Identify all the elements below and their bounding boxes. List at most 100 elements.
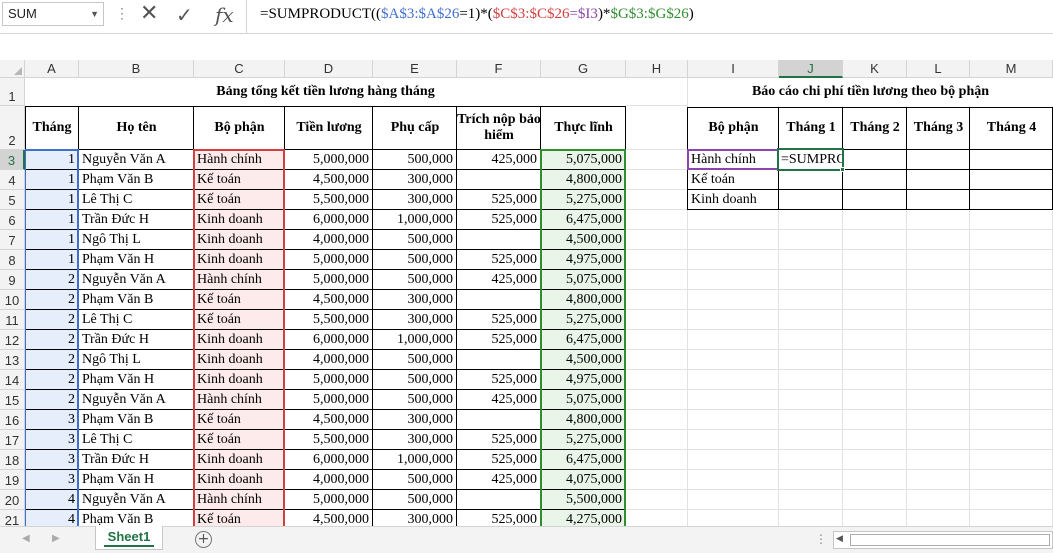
table-cell[interactable]: 5,500,000: [285, 430, 373, 450]
table-cell[interactable]: 525,000: [457, 250, 541, 270]
report-dept-cell[interactable]: Kinh doanh: [688, 190, 779, 210]
row-header-9[interactable]: 9: [0, 270, 25, 290]
table-cell[interactable]: 500,000: [373, 390, 457, 410]
add-sheet-icon[interactable]: +: [195, 531, 212, 548]
cancel-icon[interactable]: ✕: [140, 1, 158, 26]
table-cell[interactable]: 5,500,000: [285, 190, 373, 210]
table-cell[interactable]: Nguyễn Văn A: [79, 270, 194, 290]
table-cell[interactable]: 4,500,000: [285, 410, 373, 430]
table-cell[interactable]: 5,000,000: [285, 250, 373, 270]
table-cell[interactable]: Phạm Văn B: [79, 410, 194, 430]
table-cell[interactable]: Phạm Văn H: [79, 250, 194, 270]
table-cell[interactable]: Phạm Văn H: [79, 470, 194, 490]
column-header-f[interactable]: F: [457, 60, 541, 78]
table-cell[interactable]: [457, 170, 541, 190]
table-cell[interactable]: 300,000: [373, 170, 457, 190]
table-cell[interactable]: Lê Thị C: [79, 310, 194, 330]
table-cell[interactable]: 500,000: [373, 470, 457, 490]
column-header-e[interactable]: E: [373, 60, 457, 78]
table-cell[interactable]: Trần Đức H: [79, 450, 194, 470]
table-cell[interactable]: Lê Thị C: [79, 430, 194, 450]
select-all-corner[interactable]: [0, 60, 25, 78]
column-header-j[interactable]: J: [779, 60, 843, 78]
table-cell[interactable]: 425,000: [457, 470, 541, 490]
row-header-12[interactable]: 12: [0, 330, 25, 350]
table-cell[interactable]: 300,000: [373, 510, 457, 526]
table-cell[interactable]: 5,000,000: [285, 490, 373, 510]
table-cell[interactable]: 4,000,000: [285, 230, 373, 250]
row-header-1[interactable]: 1: [0, 78, 25, 106]
table-cell[interactable]: 525,000: [457, 430, 541, 450]
table-cell[interactable]: 5,000,000: [285, 370, 373, 390]
row-header-7[interactable]: 7: [0, 230, 25, 250]
table-cell[interactable]: 5,000,000: [285, 270, 373, 290]
table-cell[interactable]: 300,000: [373, 430, 457, 450]
table-cell[interactable]: 425,000: [457, 150, 541, 170]
fill-handle[interactable]: [840, 167, 845, 172]
table-cell[interactable]: [457, 230, 541, 250]
scrollbar-thumb[interactable]: [850, 534, 1050, 546]
column-header-h[interactable]: H: [626, 60, 688, 78]
table-cell[interactable]: 525,000: [457, 330, 541, 350]
scroll-left-sheet-icon[interactable]: ◀: [22, 533, 30, 544]
table-cell[interactable]: [457, 410, 541, 430]
row-header-18[interactable]: 18: [0, 450, 25, 470]
row-header-16[interactable]: 16: [0, 410, 25, 430]
table-cell[interactable]: 300,000: [373, 310, 457, 330]
table-cell[interactable]: 500,000: [373, 230, 457, 250]
row-header-3[interactable]: 3: [0, 150, 25, 170]
row-header-11[interactable]: 11: [0, 310, 25, 330]
row-header-19[interactable]: 19: [0, 470, 25, 490]
table-cell[interactable]: Trần Đức H: [79, 330, 194, 350]
table-cell[interactable]: Nguyễn Văn A: [79, 490, 194, 510]
column-header-c[interactable]: C: [194, 60, 285, 78]
row-header-10[interactable]: 10: [0, 290, 25, 310]
table-cell[interactable]: 500,000: [373, 250, 457, 270]
row-header-21[interactable]: 21: [0, 510, 25, 526]
table-cell[interactable]: Phạm Văn H: [79, 370, 194, 390]
table-cell[interactable]: 525,000: [457, 510, 541, 526]
table-cell[interactable]: [457, 490, 541, 510]
row-header-5[interactable]: 5: [0, 190, 25, 210]
column-header-l[interactable]: L: [907, 60, 970, 78]
chevron-down-icon[interactable]: ▼: [90, 3, 99, 25]
table-cell[interactable]: Trần Đức H: [79, 210, 194, 230]
table-cell[interactable]: 525,000: [457, 370, 541, 390]
table-cell[interactable]: Nguyễn Văn A: [79, 390, 194, 410]
table-cell[interactable]: 525,000: [457, 450, 541, 470]
table-cell[interactable]: 6,000,000: [285, 330, 373, 350]
row-header-14[interactable]: 14: [0, 370, 25, 390]
table-cell[interactable]: 1,000,000: [373, 450, 457, 470]
table-cell[interactable]: 500,000: [373, 270, 457, 290]
column-header-d[interactable]: D: [285, 60, 373, 78]
table-cell[interactable]: 5,500,000: [285, 310, 373, 330]
table-cell[interactable]: 4,500,000: [285, 510, 373, 526]
scroll-left-icon[interactable]: ◀: [836, 534, 843, 544]
row-header-2[interactable]: 2: [0, 106, 25, 150]
table-cell[interactable]: Phạm Văn B: [79, 290, 194, 310]
table-cell[interactable]: Phạm Văn B: [79, 170, 194, 190]
table-cell[interactable]: Nguyễn Văn A: [79, 150, 194, 170]
insert-function-icon[interactable]: fx: [215, 3, 234, 27]
table-cell[interactable]: 525,000: [457, 310, 541, 330]
table-cell[interactable]: 6,000,000: [285, 450, 373, 470]
enter-check-icon[interactable]: ✓: [176, 3, 193, 27]
column-header-g[interactable]: G: [541, 60, 626, 78]
column-header-m[interactable]: M: [970, 60, 1053, 78]
horizontal-scrollbar[interactable]: ◀: [833, 531, 1053, 549]
table-cell[interactable]: 5,000,000: [285, 150, 373, 170]
table-cell[interactable]: 525,000: [457, 210, 541, 230]
table-cell[interactable]: 1,000,000: [373, 210, 457, 230]
table-cell[interactable]: [457, 290, 541, 310]
report-dept-cell[interactable]: Kế toán: [688, 170, 779, 190]
table-cell[interactable]: 500,000: [373, 150, 457, 170]
row-header-15[interactable]: 15: [0, 390, 25, 410]
table-cell[interactable]: Ngô Thị L: [79, 350, 194, 370]
table-cell[interactable]: 300,000: [373, 410, 457, 430]
table-cell[interactable]: 525,000: [457, 190, 541, 210]
row-header-6[interactable]: 6: [0, 210, 25, 230]
table-cell[interactable]: Phạm Văn B: [79, 510, 194, 526]
row-header-13[interactable]: 13: [0, 350, 25, 370]
column-header-i[interactable]: I: [688, 60, 779, 78]
table-cell[interactable]: Ngô Thị L: [79, 230, 194, 250]
